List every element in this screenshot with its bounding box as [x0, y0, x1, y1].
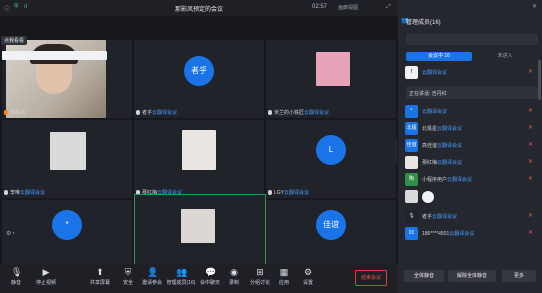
breakout-icon: ⊞ — [256, 267, 264, 277]
participant-avatar-image — [316, 52, 350, 86]
meeting-timer: 02:57 — [312, 4, 328, 10]
chat-button[interactable]: 💬 会中聊天 — [198, 267, 222, 286]
camera-icon: ▶ — [42, 267, 50, 277]
breakout-button[interactable]: ⊞ 分组讨论 — [248, 267, 272, 286]
mic-muted-icon[interactable]: ✕ — [528, 175, 533, 182]
member-avatar: 🎙 — [405, 210, 418, 223]
share-icon: ⬆ — [96, 267, 104, 277]
video-tile[interactable]: 那红梅云翻译会议 — [134, 120, 264, 198]
participant-avatar: L — [316, 135, 346, 165]
camera-switch-icon[interactable]: ⚙◔ — [6, 230, 15, 237]
record-icon: ◉ — [230, 267, 238, 277]
participant-avatar-image — [181, 209, 215, 243]
mic-muted-icon[interactable]: ✕ — [528, 229, 533, 236]
tab-in-meeting[interactable]: 会议中 16 — [406, 52, 472, 61]
tile-name-label: 李唯云翻译会议 — [4, 189, 45, 197]
participant-avatar: 佳谊 — [316, 210, 346, 240]
active-speaker-tile[interactable] — [134, 194, 266, 266]
security-button[interactable]: ⛨ 安全 — [116, 267, 140, 286]
member-panel: 👥 管理成员(16) ✕ 会议中 16 未进入 f 云翻译会议 ✕ * 云翻译会… — [398, 0, 542, 293]
participant-avatar-image — [50, 132, 86, 170]
title-bar: ⓘ ⛨ ıl 那影凤预定的会议 02:57 画廊视图 ⤢ — [0, 0, 398, 16]
gear-icon: ⚙ — [303, 267, 313, 277]
list-item[interactable]: * 云翻译会议 ✕ — [398, 103, 542, 120]
mic-muted-icon[interactable]: ✕ — [528, 141, 533, 148]
mute-all-button[interactable]: 全体静音 — [404, 270, 444, 282]
list-item[interactable]: f 云翻译会议 ✕ — [398, 64, 542, 81]
tab-not-joined[interactable]: 未进入 — [472, 52, 538, 61]
shield-icon: ⛨ — [124, 267, 132, 277]
video-controls-bar[interactable] — [2, 51, 107, 60]
panel-title: 管理成员(16) — [406, 20, 441, 26]
members-icon: 👥 — [176, 267, 188, 277]
mic-muted-icon[interactable]: ✕ — [528, 124, 533, 131]
member-avatar: f — [405, 66, 418, 79]
list-item[interactable]: 那红梅云翻译会议 ✕ — [398, 154, 542, 171]
tile-name-label: LGY云翻译会议 — [268, 189, 309, 197]
fullscreen-icon[interactable]: ⤢ — [386, 4, 391, 11]
video-tile[interactable]: * ⚙◔ — [2, 200, 132, 264]
scrollbar[interactable] — [538, 60, 541, 100]
member-avatar: 01 — [405, 227, 418, 240]
mic-muted-icon[interactable]: ✕ — [528, 212, 533, 219]
participant-avatar: 者乎 — [184, 56, 214, 86]
member-avatar — [405, 156, 418, 169]
add-user-icon: 👤 — [147, 267, 159, 277]
apps-icon: ▦ — [279, 267, 289, 277]
apps-button[interactable]: ▦ 应用 — [272, 267, 296, 286]
mic-icon: 🎙 — [11, 267, 23, 277]
member-tabs: 会议中 16 未进入 — [406, 52, 538, 61]
member-avatar: 佳谊 — [405, 139, 418, 152]
stop-video-button[interactable]: ▶ 停止视频 — [34, 267, 58, 286]
video-tile[interactable]: 李唯云翻译会议 — [2, 120, 132, 198]
gallery-view-button[interactable]: 画廊视图 — [338, 4, 358, 11]
video-tile[interactable]: 佳谊 — [266, 200, 396, 264]
video-tile[interactable]: 米兰的小铁匠云翻译会议 — [266, 40, 396, 118]
mute-button[interactable]: 🎙 静音 — [4, 267, 28, 286]
video-tile[interactable]: L LGY云翻译会议 — [266, 120, 396, 198]
record-button[interactable]: ◉ 录制 — [222, 267, 246, 286]
more-button[interactable]: 更多 — [502, 270, 536, 282]
member-avatar: 北极 — [405, 122, 418, 135]
video-gallery: ‹ › 那影凤 者乎 者乎云翻译会议 米兰的小铁匠云翻译会议 李唯云翻译会议 那… — [0, 16, 398, 266]
member-search-input[interactable] — [406, 34, 538, 45]
tile-name-label: 那影凤 — [4, 109, 25, 117]
tile-name-label: 者乎云翻译会议 — [136, 109, 177, 117]
manage-members-button[interactable]: 👥 管理成员(16) — [166, 267, 196, 286]
chat-icon: 💬 — [205, 267, 217, 277]
list-item[interactable] — [398, 188, 542, 208]
invite-button[interactable]: 👤 邀请参会 — [140, 267, 164, 286]
close-icon[interactable]: ✕ — [532, 3, 537, 10]
unmute-all-button[interactable]: 解除全体静音 — [448, 270, 496, 282]
list-item[interactable]: 01 186****4501云翻译会议 ✕ — [398, 225, 542, 242]
mic-muted-icon[interactable]: ✕ — [528, 158, 533, 165]
mic-muted-icon[interactable]: ✕ — [528, 107, 533, 114]
settings-button[interactable]: ⚙ 设置 — [296, 267, 320, 286]
list-item[interactable]: 佳谊 高佳谊云翻译会议 ✕ — [398, 137, 542, 154]
tile-name-label: 米兰的小铁匠云翻译会议 — [268, 109, 329, 117]
panel-header: 👥 管理成员(16) ✕ — [398, 0, 542, 30]
video-tile[interactable]: 者乎 者乎云翻译会议 — [134, 40, 264, 118]
member-avatar: 陶 — [405, 173, 418, 186]
panel-actions: 全体静音 解除全体静音 更多 — [398, 270, 542, 284]
mic-muted-icon[interactable]: ✕ — [528, 68, 533, 75]
meeting-toolbar: 🎙 静音 ▶ 停止视频 ⬆ 共享屏幕 ⛨ 安全 👤 邀请参会 👥 管理成员(16) 💬 会中聊… — [0, 264, 398, 293]
share-screen-button[interactable]: ⬆ 共享屏幕 — [88, 267, 112, 286]
list-item[interactable]: 陶 小程序用户云翻译会议 ✕ — [398, 171, 542, 188]
list-item[interactable]: 北极 北极星云翻译会议 ✕ — [398, 120, 542, 137]
focus-tooltip: 点我看看 — [1, 36, 28, 45]
speaking-tooltip: 正在讲话: 吉丹红 — [406, 86, 538, 99]
participant-avatar: * — [52, 210, 82, 240]
participant-avatar-image — [182, 130, 216, 170]
list-item[interactable]: 🎙 者乎云翻译会议 ✕ — [398, 208, 542, 225]
member-avatar — [405, 190, 418, 203]
member-avatar: * — [405, 105, 418, 118]
member-avatar-overlay — [422, 191, 434, 203]
end-meeting-button[interactable]: 结束会议 — [355, 270, 387, 286]
